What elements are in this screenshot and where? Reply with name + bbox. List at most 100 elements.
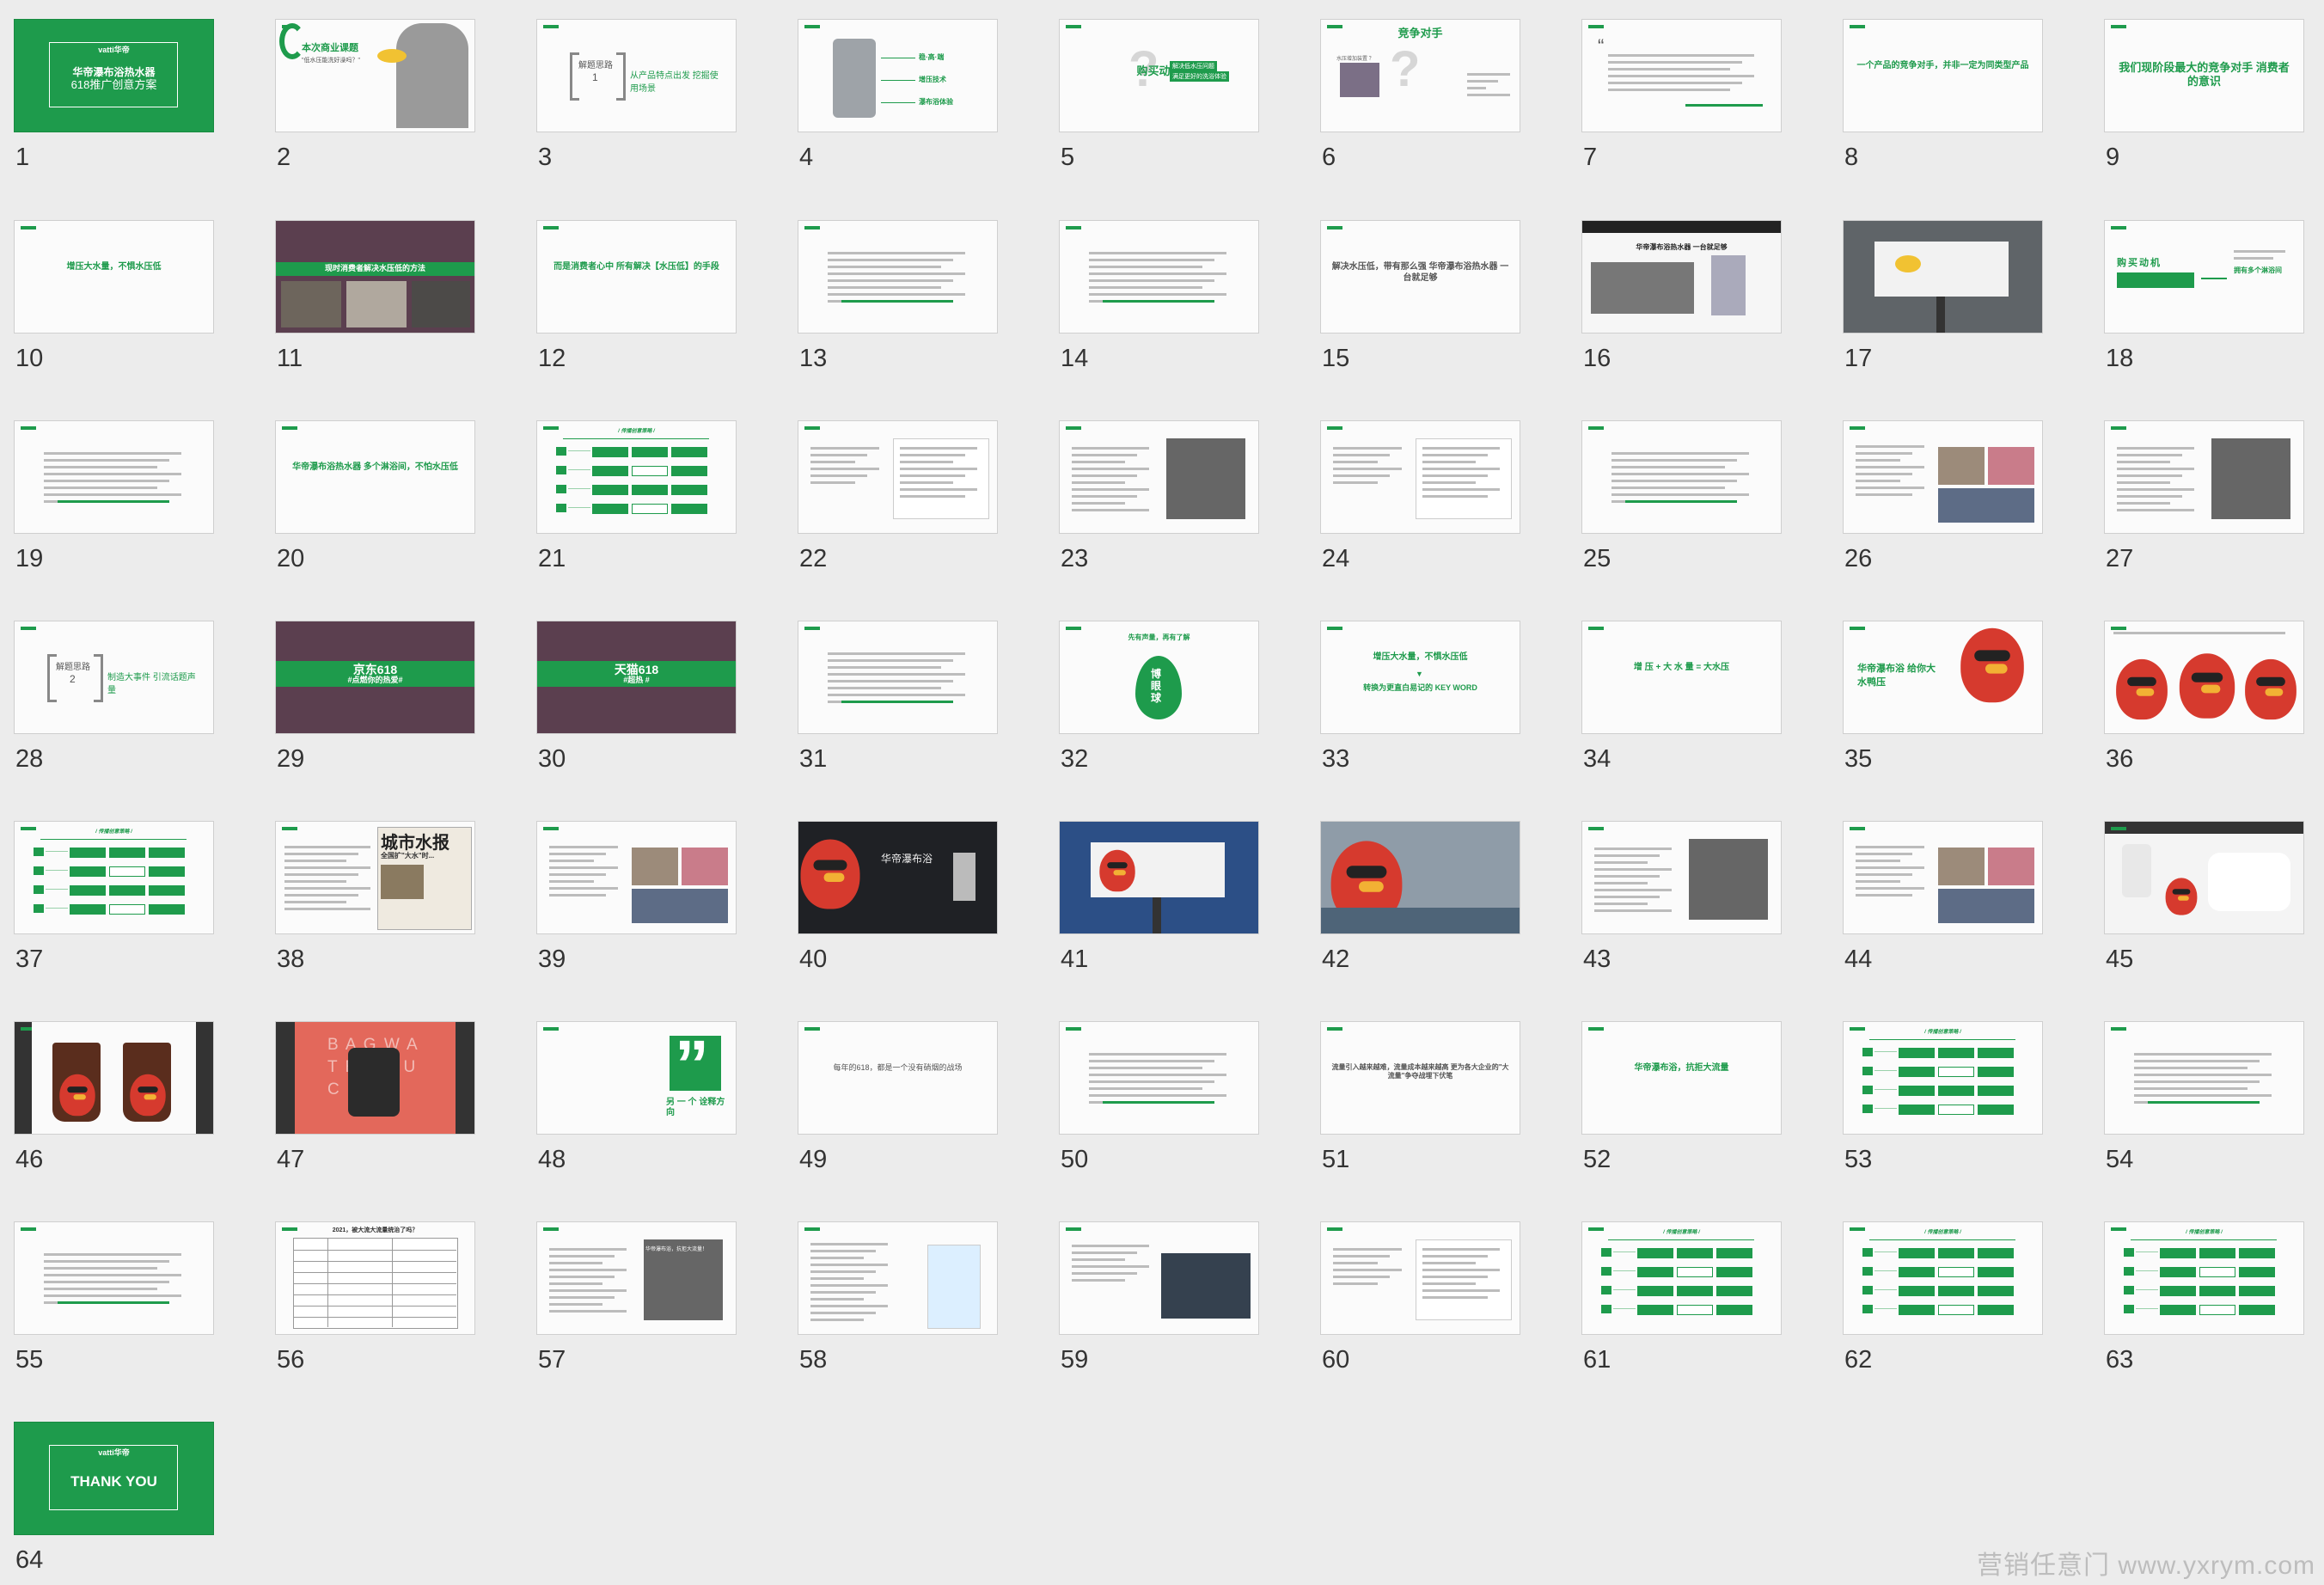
slide-thumbnail[interactable]: 购买动机 拥有多个淋浴间: [2104, 220, 2304, 334]
slide-thumbnail[interactable]: 我们现阶段最大的竞争对手 消费者的意识: [2104, 19, 2304, 132]
slide-thumbnail[interactable]: [1843, 220, 2043, 334]
slide-thumbnail[interactable]: 京东618 #点燃你的热爱#: [275, 621, 475, 734]
slide-thumbnail[interactable]: 解题思路 2 制造大事件 引流话题声量: [14, 621, 214, 734]
slide-thumbnail[interactable]: [2104, 1021, 2304, 1135]
slide-thumbnail[interactable]: [1059, 821, 1259, 934]
slide-cell: 流量引入越来越难，流量成本越来越高 更为各大企业的"大流量"争夺战埋下伏笔 51: [1320, 1021, 1520, 1172]
slide-thumbnail[interactable]: [1581, 821, 1782, 934]
text-line: [900, 495, 965, 498]
slide-thumbnail[interactable]: “: [1581, 19, 1782, 132]
slide-thumbnail[interactable]: 而是消费者心中 所有解决【水压低】的手段: [536, 220, 737, 334]
slide-thumbnail[interactable]: [1320, 420, 1520, 534]
slide-thumbnail[interactable]: [1320, 1221, 1520, 1335]
flow-arrow: [592, 485, 628, 495]
slide-thumbnail[interactable]: B A G W A T E R D U C K: [275, 1021, 475, 1135]
slide-thumbnail[interactable]: [536, 821, 737, 934]
flow-connector: [568, 488, 590, 489]
logo-mark: [1588, 426, 1604, 430]
slide-cell: 华帝瀑布浴，抗拒大流量 52: [1581, 1021, 1782, 1172]
slide-thumbnail[interactable]: 天猫618 #超热 #: [536, 621, 737, 734]
slide-thumbnail[interactable]: 本次商业课题 "低水压能洗好澡吗？": [275, 19, 475, 132]
slide-thumbnail[interactable]: [1843, 420, 2043, 534]
slide-thumbnail[interactable]: 城市水报 全国扩"大水"时...: [275, 821, 475, 934]
logo-mark: [1327, 426, 1342, 430]
slide-thumbnail[interactable]: / 传播创意策略 /: [536, 420, 737, 534]
text-line: [549, 1269, 627, 1271]
slide-thumbnail[interactable]: 解题思路 1 从产品特点出发 挖掘使用场景: [536, 19, 737, 132]
slide-thumbnail[interactable]: vatti华帝 THANK YOU: [14, 1422, 214, 1535]
text-line: [1594, 861, 1648, 864]
motive-item: 满足更好的洗浴体验: [1170, 71, 1229, 82]
slide-thumbnail[interactable]: 每年的618，都是一个没有硝烟的战场: [798, 1021, 998, 1135]
slide-thumbnail[interactable]: [2104, 621, 2304, 734]
slide-thumbnail[interactable]: 华帝瀑布浴: [798, 821, 998, 934]
slide-thumbnail[interactable]: [798, 1221, 998, 1335]
slide-thumbnail[interactable]: vatti华帝 华帝瀑布浴热水器 618推广创意方案: [14, 19, 214, 132]
slide-thumbnail[interactable]: [1320, 821, 1520, 934]
slide-number: 1: [15, 144, 30, 171]
down-arrow-icon: ▼: [1416, 670, 1423, 678]
slide-thumbnail[interactable]: 稳·高·端 增压技术 瀑布浴体验: [798, 19, 998, 132]
slide-thumbnail[interactable]: / 传播创意策略 /: [1581, 1221, 1782, 1335]
watermark: 营销任意门 www.yxrym.com: [1977, 1551, 2315, 1580]
slide-thumbnail[interactable]: 华帝瀑布浴热水器 多个淋浴间，不怕水压低: [275, 420, 475, 534]
slide-number: 6: [1322, 144, 1336, 171]
slide-thumbnail[interactable]: [14, 1021, 214, 1135]
slide-thumbnail[interactable]: [1059, 1221, 1259, 1335]
slide-cell: ” 另 一 个 诠释方向 48: [536, 1021, 737, 1172]
text-line: [828, 652, 965, 655]
slide-thumbnail[interactable]: 流量引入越来越难，流量成本越来越高 更为各大企业的"大流量"争夺战埋下伏笔: [1320, 1021, 1520, 1135]
slide-thumbnail[interactable]: [2104, 821, 2304, 934]
slide-thumbnail[interactable]: [1581, 420, 1782, 534]
slide-thumbnail[interactable]: 解决水压低，带有那么强 华帝瀑布浴热水器 一台就足够: [1320, 220, 1520, 334]
slide-thumbnail[interactable]: 华帝瀑布浴 给你大水鸭压: [1843, 621, 2043, 734]
slide-thumbnail[interactable]: [14, 1221, 214, 1335]
slide-thumbnail[interactable]: / 传播创意策略 /: [14, 821, 214, 934]
slide-thumbnail[interactable]: [798, 220, 998, 334]
slide-thumbnail[interactable]: 华帝瀑布浴，抗拒大流量: [1581, 1021, 1782, 1135]
slide-thumbnail[interactable]: [2104, 420, 2304, 534]
flow-arrow: [1899, 1067, 1935, 1077]
slide-cell: / 传播创意策略 / 61: [1581, 1221, 1782, 1373]
text-line: [828, 279, 953, 282]
slide-thumbnail[interactable]: [1843, 821, 2043, 934]
highlight-line: [1625, 500, 1737, 503]
text-line: [810, 1284, 888, 1287]
slide-thumbnail[interactable]: 华帝瀑布浴，抗拒大流量！: [536, 1221, 737, 1335]
slide-thumbnail[interactable]: [798, 420, 998, 534]
slide-number: 63: [2106, 1346, 2134, 1374]
flow-node: [1601, 1305, 1612, 1313]
flow-arrow: [1938, 1067, 1974, 1077]
flow-arrow: [2199, 1248, 2235, 1258]
slide-cell: 解题思路 1 从产品特点出发 挖掘使用场景 3: [536, 19, 737, 170]
slide-thumbnail[interactable]: 华帝瀑布浴热水器 一台就足够: [1581, 220, 1782, 334]
text-line: [1072, 454, 1137, 456]
slide-thumbnail[interactable]: [1059, 1021, 1259, 1135]
slide-thumbnail[interactable]: 增 压 + 大 水 量 = 大水压: [1581, 621, 1782, 734]
slide-thumbnail[interactable]: 一个产品的竞争对手，并非一定为同类型产品: [1843, 19, 2043, 132]
text-line: [1089, 272, 1226, 275]
slide-thumbnail[interactable]: [1059, 420, 1259, 534]
slide-thumbnail[interactable]: 增压大水量，不惧水压低: [14, 220, 214, 334]
flow-connector: [1874, 1308, 1897, 1309]
slide-thumbnail[interactable]: [798, 621, 998, 734]
flow-arrow: [70, 866, 106, 877]
slide-thumbnail[interactable]: [1059, 220, 1259, 334]
slide-thumbnail[interactable]: / 传播创意策略 /: [2104, 1221, 2304, 1335]
slide-thumbnail[interactable]: ? 竞争对手 水压增加装置 ？: [1320, 19, 1520, 132]
slide-thumbnail[interactable]: 现时消费者解决水压低的方法: [275, 220, 475, 334]
flow-connector: [1874, 1289, 1897, 1290]
slide-thumbnail[interactable]: ? 购买动机 解决低水压问题 满足更好的洗浴体验: [1059, 19, 1259, 132]
slide-thumbnail[interactable]: 2021，被大流大流量统治了吗？: [275, 1221, 475, 1335]
text-line: [44, 1281, 169, 1283]
slide-thumbnail[interactable]: ” 另 一 个 诠释方向: [536, 1021, 737, 1135]
text-line: [828, 659, 953, 662]
slide-thumbnail[interactable]: [14, 420, 214, 534]
slide-thumbnail[interactable]: / 传播创意策略 /: [1843, 1021, 2043, 1135]
slide-thumbnail[interactable]: 增压大水量，不惧水压低 ▼ 转换为更直白易记的 KEY WORD: [1320, 621, 1520, 734]
flow-node: [1862, 1267, 1873, 1276]
flow-arrow: [1978, 1305, 2014, 1315]
text-line: [1608, 89, 1730, 91]
slide-thumbnail[interactable]: 先有声量，再有了解 博眼球: [1059, 621, 1259, 734]
slide-thumbnail[interactable]: / 传播创意策略 /: [1843, 1221, 2043, 1335]
